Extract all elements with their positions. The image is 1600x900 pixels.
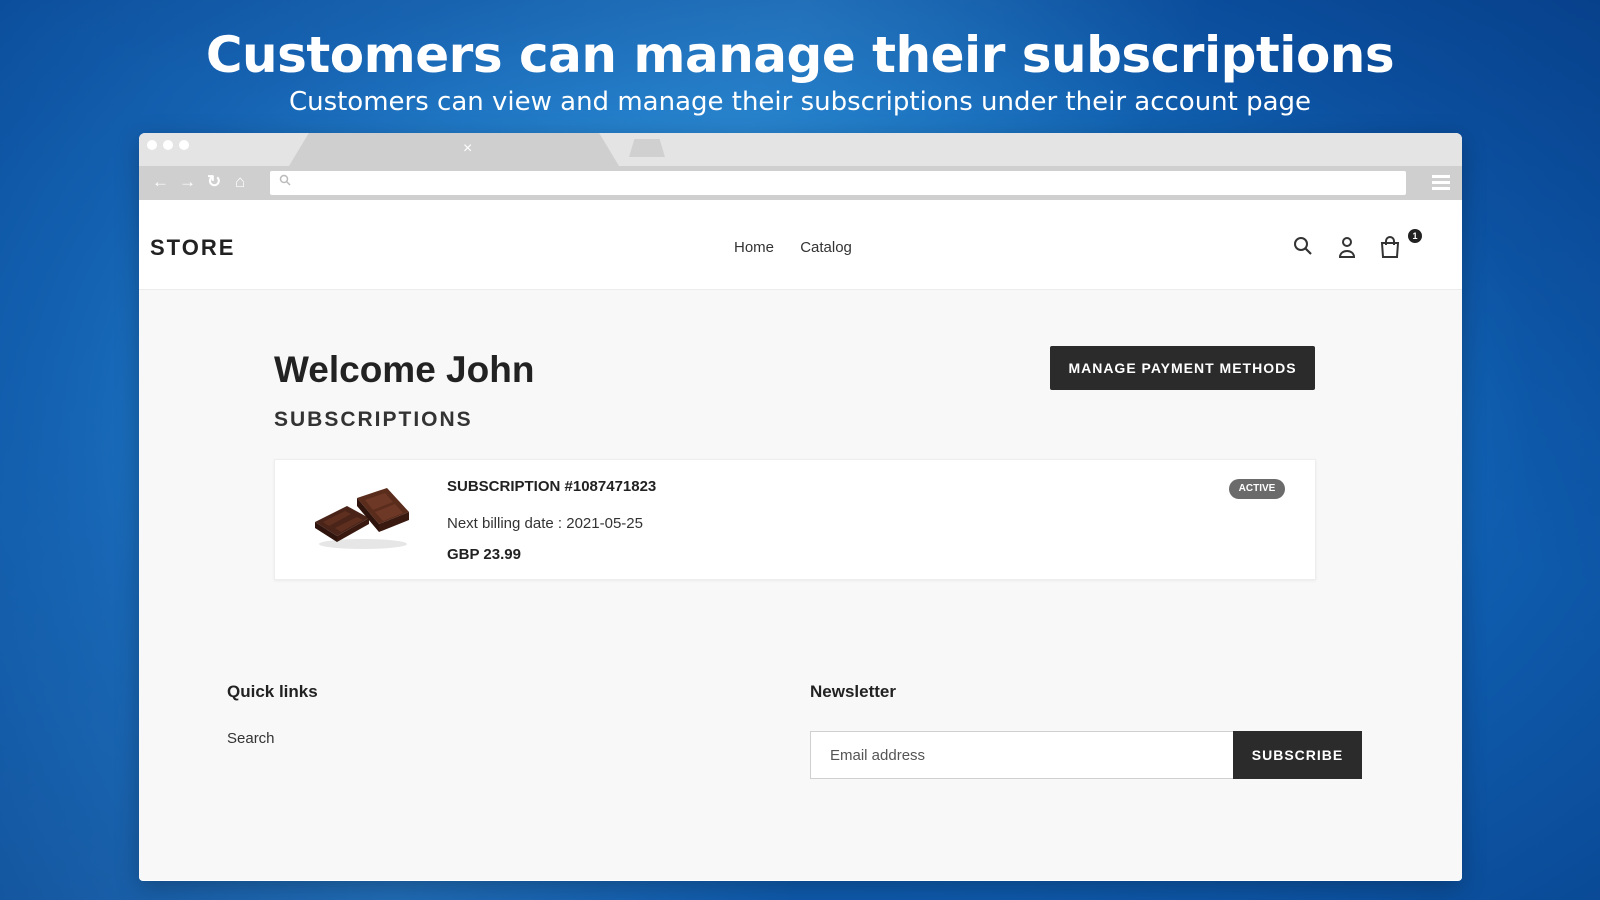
account-icon[interactable]	[1338, 236, 1356, 263]
menu-icon[interactable]	[1432, 175, 1450, 193]
banner-headline: Customers can manage their subscriptions	[205, 26, 1395, 84]
nav-catalog[interactable]: Catalog	[800, 239, 852, 256]
subscription-card[interactable]: SUBSCRIPTION #1087471823 Next billing da…	[274, 459, 1316, 580]
back-icon[interactable]: ←	[152, 172, 169, 192]
welcome-heading: Welcome John	[274, 349, 535, 390]
subscribe-button[interactable]: SUBSCRIBE	[1233, 731, 1362, 779]
cart-icon[interactable]	[1380, 236, 1400, 263]
forward-icon[interactable]: →	[179, 172, 196, 192]
chocolate-product-image	[313, 484, 413, 555]
reload-icon[interactable]: ↻	[207, 172, 221, 192]
browser-toolbar: ← → ↻ ⌂	[139, 166, 1462, 200]
nav-home[interactable]: Home	[734, 239, 774, 256]
window-dot[interactable]	[163, 140, 173, 150]
site-header: STORE Home Catalog 1	[139, 200, 1462, 290]
new-tab-button[interactable]	[629, 139, 665, 157]
newsletter-title: Newsletter	[810, 682, 896, 701]
status-badge: ACTIVE	[1229, 479, 1285, 499]
account-page: Welcome John MANAGE PAYMENT METHODS SUBS…	[139, 290, 1462, 880]
store-logo[interactable]: STORE	[150, 235, 235, 261]
home-icon[interactable]: ⌂	[235, 172, 245, 192]
search-icon	[279, 174, 291, 189]
subscription-price: GBP 23.99	[447, 546, 521, 563]
newsletter-email-input[interactable]	[810, 731, 1235, 779]
subscription-id[interactable]: SUBSCRIPTION #1087471823	[447, 478, 656, 495]
tab-close-icon[interactable]: ×	[463, 140, 472, 158]
window-dot[interactable]	[179, 140, 189, 150]
search-icon[interactable]	[1293, 236, 1313, 261]
browser-window: × ← → ↻ ⌂ STORE Home Catalog 1 Welcome J…	[139, 133, 1462, 881]
next-billing-date: Next billing date : 2021-05-25	[447, 515, 643, 532]
banner-subheadline: Customers can view and manage their subs…	[288, 87, 1312, 117]
window-dot[interactable]	[147, 140, 157, 150]
main-nav: Home Catalog	[734, 239, 874, 256]
subscriptions-title: SUBSCRIPTIONS	[274, 408, 473, 431]
cart-count-badge: 1	[1408, 229, 1422, 243]
quick-links-title: Quick links	[227, 682, 318, 701]
browser-tab[interactable]	[289, 133, 619, 166]
manage-payment-methods-button[interactable]: MANAGE PAYMENT METHODS	[1050, 346, 1315, 390]
browser-tab-bar: ×	[139, 133, 1462, 166]
address-bar[interactable]	[270, 171, 1406, 195]
footer-link-search[interactable]: Search	[227, 730, 275, 747]
